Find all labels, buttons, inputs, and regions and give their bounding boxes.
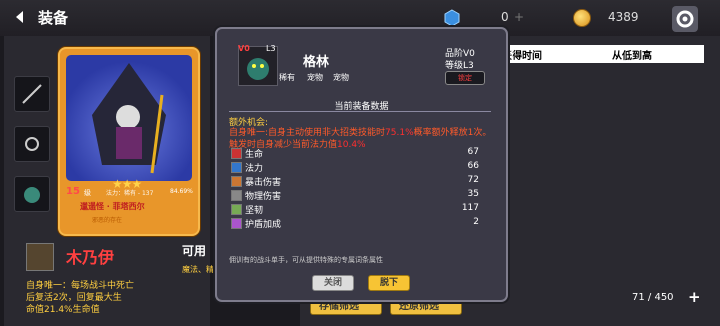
tag-category: 宠物 [333,73,349,82]
equip-slot-weapon[interactable] [14,76,50,112]
level-badge: L3 [266,44,276,53]
sort-order[interactable]: 从低到高 [612,47,652,62]
usable-subtitle: 魔法、精 [182,265,214,274]
mana-icon [231,162,242,173]
hero-name: 邋遢怪 · 菲塔西尔 [80,202,145,211]
equipment-detail-popup: V0 L3 格林 稀有 宠物 宠物 品阶V0 等级L3 锁定 当前装备数据 额外… [215,27,508,302]
footer-note: 佣训有的战斗单手，可从提供特殊的专属词条属性 [229,256,383,264]
page-title: 装备 [38,9,69,27]
hero-subtitle: 邪恶的存在 [92,217,123,224]
stat-row: 暴击伤害 72 [229,175,493,188]
add-slot-button[interactable]: + [688,288,701,306]
back-icon[interactable] [12,9,28,25]
stat-row: 物理伤害 35 [229,189,493,202]
close-button[interactable]: 关闭 [312,275,354,291]
equipment-name: 格林 [303,55,330,70]
crit-icon [231,176,242,187]
toughness-icon [231,204,242,215]
gold-coin-icon [573,9,591,27]
mummy-description: 自身唯一：每场战斗中死亡 后复活2次，回复最大生 命值21.4%生命值 [26,281,135,315]
usable-title: 可用 [182,244,207,258]
equip-slot-pet[interactable] [14,176,50,212]
unequip-button[interactable]: 脱下 [368,275,410,291]
divider [229,111,491,112]
stat-row: 法力 66 [229,161,493,174]
hero-percent: 84.69% [170,188,193,195]
mummy-avatar [26,243,54,271]
sort-bar[interactable]: 获得时间 从低到高 [492,45,704,63]
hero-level-label: 级 [84,189,91,197]
settings-gear-icon[interactable] [672,6,698,32]
grade-badge: V0 [238,44,250,53]
gem-add-icon[interactable]: + [514,10,524,24]
mummy-name: 木乃伊 [66,248,115,267]
gold-count: 4389 [608,10,639,24]
shield-icon [231,218,242,229]
hero-stat-text: 法力：稀有 - 137 [106,190,154,197]
level-text: 等级L3 [445,61,474,71]
gem-count: 0 [501,10,509,24]
lock-button[interactable]: 锁定 [445,71,485,85]
hero-card[interactable]: ★★★ 15 级 法力：稀有 - 137 84.69% 邋遢怪 · 菲塔西尔 邪… [58,47,200,236]
tag-rarity: 稀有 [279,73,295,82]
tag-type: 宠物 [307,73,323,82]
hero-portrait [66,55,192,181]
hero-level-number: 15 [66,186,80,197]
equip-slot-ring[interactable] [14,126,50,162]
stat-row: 坚韧 117 [229,203,493,216]
hp-icon [231,148,242,159]
inventory-count: 71 / 450 [632,292,674,303]
gem-icon [444,9,460,27]
stat-row: 护盾加成 2 [229,217,493,230]
physical-icon [231,190,242,201]
stat-row: 生命 67 [229,147,493,160]
